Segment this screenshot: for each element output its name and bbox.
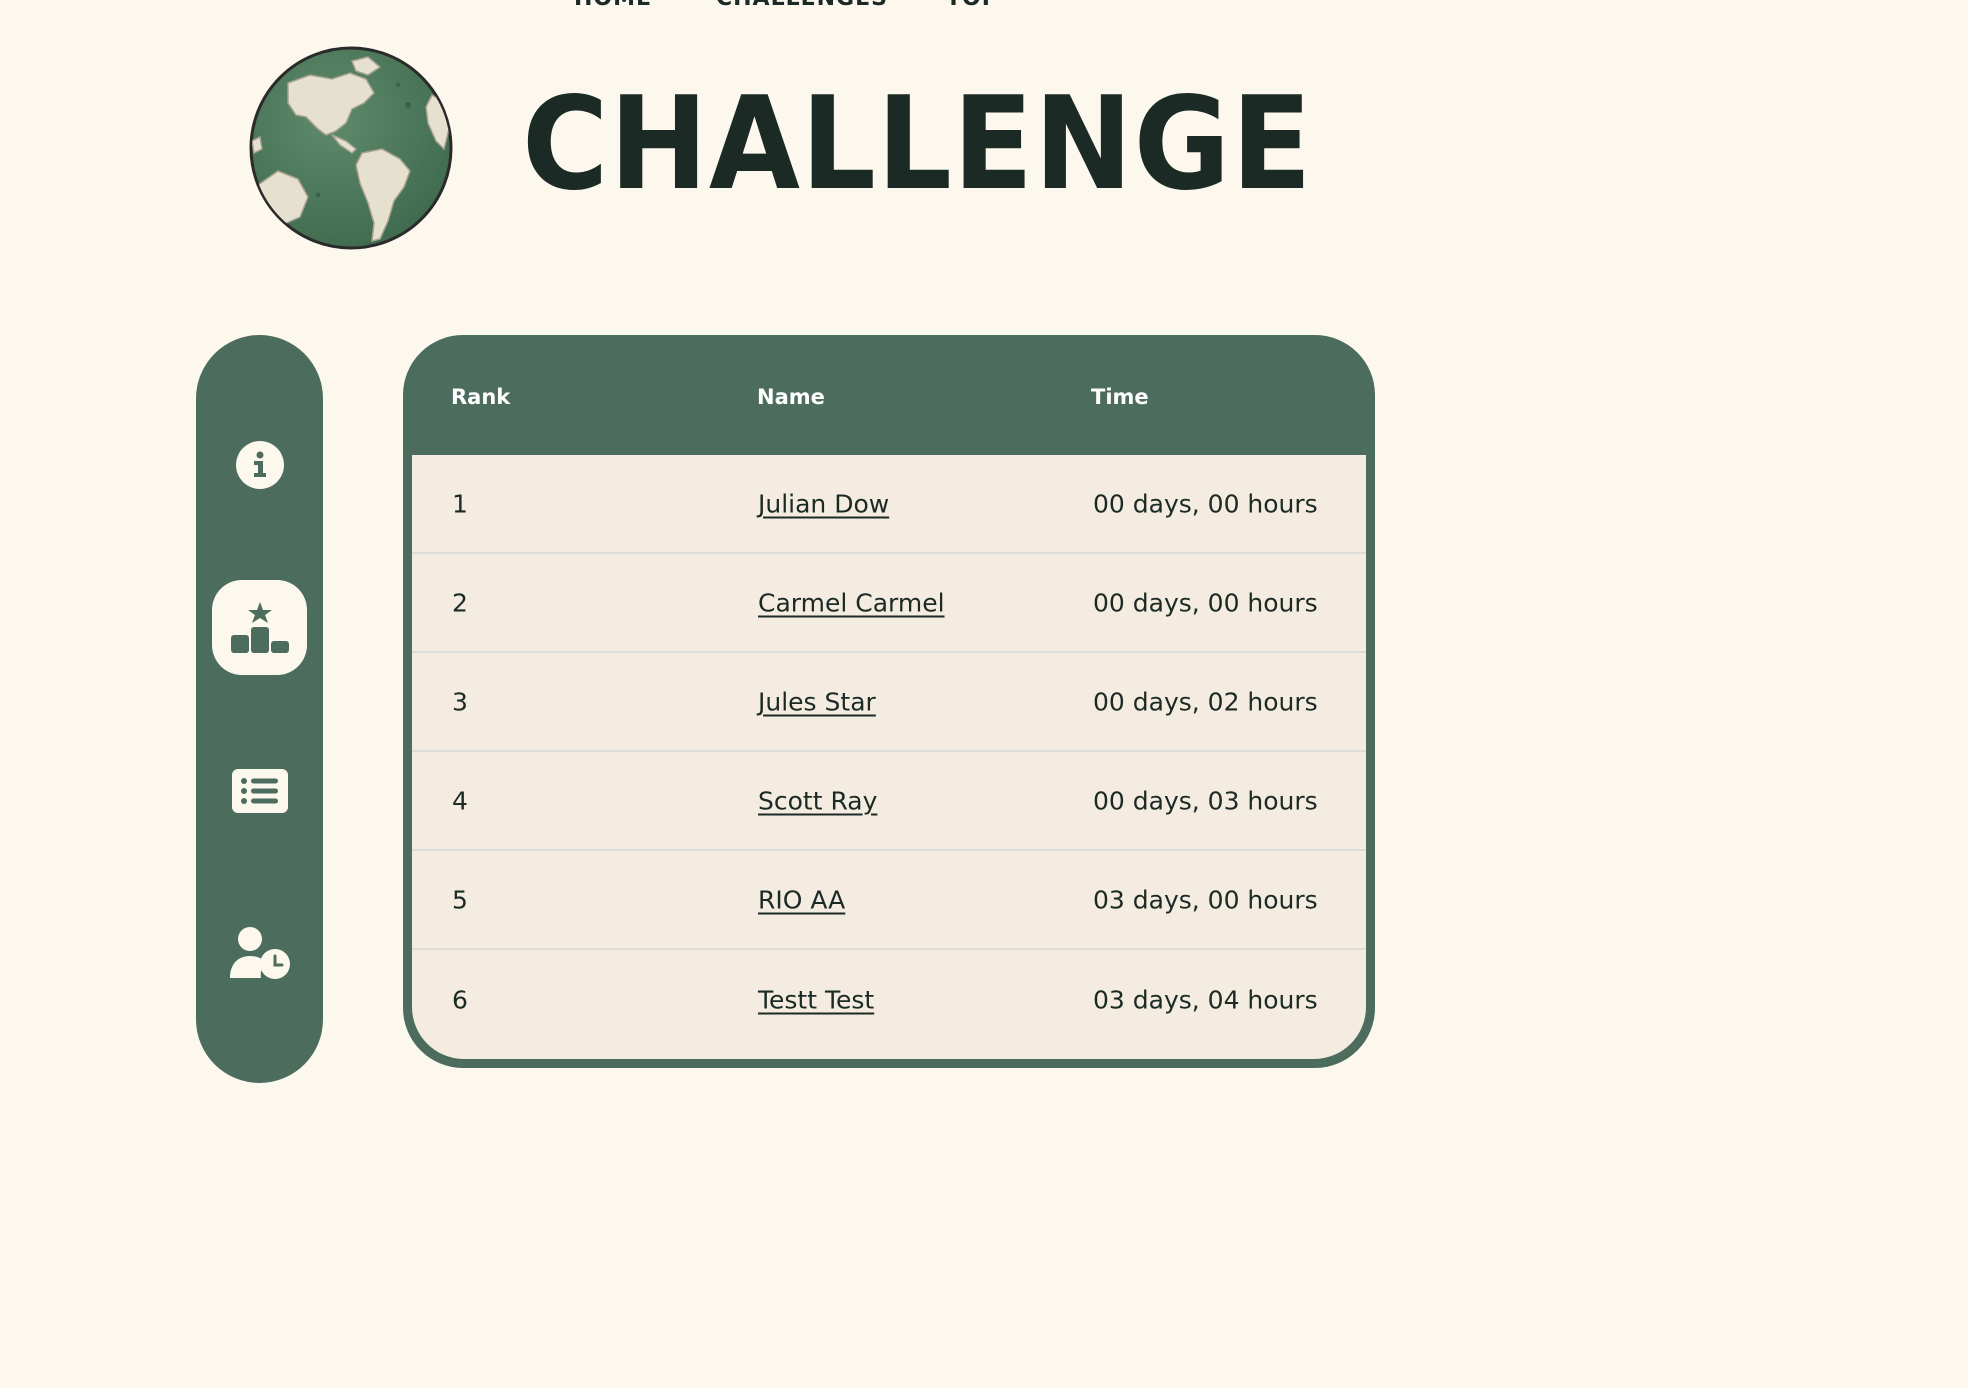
time-cell: 03 days, 00 hours — [1093, 885, 1318, 914]
time-cell: 03 days, 04 hours — [1093, 985, 1318, 1014]
table-row: 6 Testt Test 03 days, 04 hours — [412, 950, 1366, 1049]
player-name-link[interactable]: Scott Ray — [758, 786, 877, 815]
nav-link-home[interactable]: HOME — [574, 0, 652, 11]
table-body: 1 Julian Dow 00 days, 00 hours 2 Carmel … — [412, 455, 1366, 1059]
table-row: 2 Carmel Carmel 00 days, 00 hours — [412, 554, 1366, 653]
player-name-link[interactable]: Carmel Carmel — [758, 588, 945, 617]
rank-cell: 2 — [452, 588, 468, 617]
top-nav: HOME CHALLENGES TOP — [0, 0, 1568, 11]
info-icon — [235, 440, 284, 489]
rank-cell: 1 — [452, 489, 468, 518]
user-clock-icon — [229, 926, 290, 979]
table-row: 1 Julian Dow 00 days, 00 hours — [412, 455, 1366, 554]
time-cell: 00 days, 03 hours — [1093, 786, 1318, 815]
column-header-name: Name — [757, 385, 825, 409]
sidebar-item-info[interactable] — [212, 417, 307, 512]
list-icon — [231, 768, 288, 813]
column-header-rank: Rank — [451, 385, 511, 409]
table-row: 5 RIO AA 03 days, 00 hours — [412, 851, 1366, 950]
leaderboard-podium-icon — [230, 601, 289, 653]
rank-cell: 3 — [452, 687, 468, 716]
column-header-time: Time — [1091, 385, 1149, 409]
table-row: 3 Jules Star 00 days, 02 hours — [412, 653, 1366, 752]
sidebar-item-list[interactable] — [212, 743, 307, 838]
player-name-link[interactable]: Julian Dow — [758, 489, 889, 518]
sidebar-item-user-history[interactable] — [212, 905, 307, 1000]
player-name-link[interactable]: RIO AA — [758, 885, 845, 914]
rank-cell: 5 — [452, 885, 468, 914]
leaderboard-table: Rank Name Time 1 Julian Dow 00 days, 00 … — [403, 335, 1375, 1068]
time-cell: 00 days, 00 hours — [1093, 489, 1318, 518]
player-name-link[interactable]: Jules Star — [758, 687, 876, 716]
sidebar — [196, 335, 323, 1083]
rank-cell: 6 — [452, 985, 468, 1014]
time-cell: 00 days, 00 hours — [1093, 588, 1318, 617]
rank-cell: 4 — [452, 786, 468, 815]
sidebar-item-leaderboard[interactable] — [212, 580, 307, 675]
player-name-link[interactable]: Testt Test — [758, 985, 874, 1014]
time-cell: 00 days, 02 hours — [1093, 687, 1318, 716]
table-row: 4 Scott Ray 00 days, 03 hours — [412, 752, 1366, 851]
nav-link-top[interactable]: TOP — [946, 0, 999, 11]
nav-link-challenges[interactable]: CHALLENGES — [716, 0, 888, 11]
globe-logo — [248, 45, 454, 251]
page-title: CHALLENGE — [522, 70, 1313, 219]
